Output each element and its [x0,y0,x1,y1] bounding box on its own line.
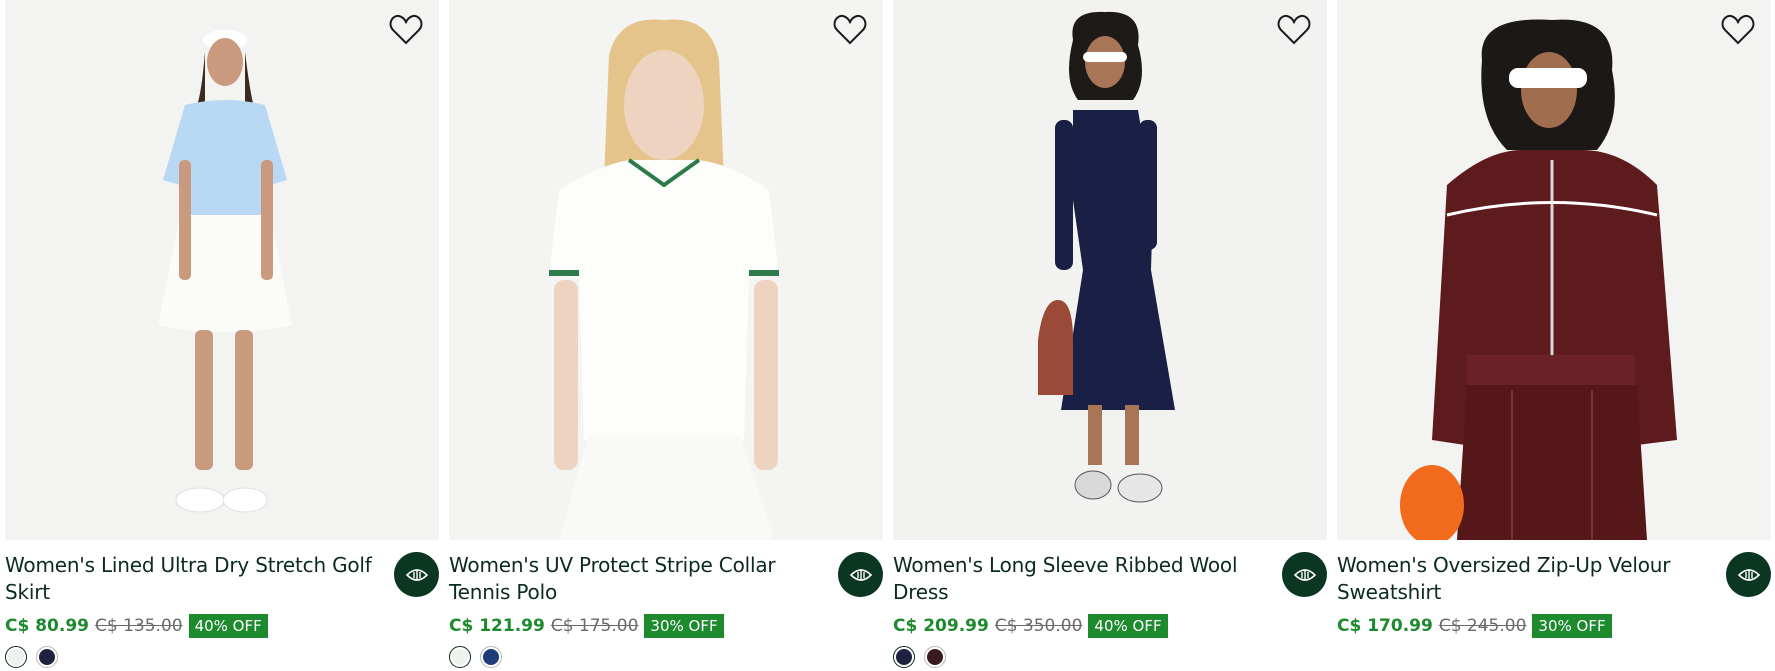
sale-price: C$ 121.99 [449,615,545,636]
model-photo-wool-dress [893,0,1327,540]
heart-outline-icon[interactable] [1721,14,1755,46]
color-swatches [449,646,823,668]
product-title[interactable]: Women's Long Sleeve Ribbed Wool Dress [893,552,1267,606]
eye-icon [405,568,428,581]
product-info: Women's UV Protect Stripe Collar Tennis … [449,540,883,668]
color-swatch-white[interactable] [449,646,471,668]
product-image[interactable] [449,0,883,540]
product-card[interactable]: Women's Long Sleeve Ribbed Wool Dress C$… [893,0,1327,668]
color-swatch-navy[interactable] [893,646,915,668]
sale-price: C$ 209.99 [893,615,989,636]
quick-view-button[interactable] [394,552,439,597]
product-card[interactable]: Women's UV Protect Stripe Collar Tennis … [449,0,883,668]
quick-view-button[interactable] [1282,552,1327,597]
product-info: Women's Lined Ultra Dry Stretch Golf Ski… [5,540,439,668]
discount-badge: 40% OFF [188,613,268,638]
discount-badge: 40% OFF [1088,613,1168,638]
original-price: C$ 350.00 [994,615,1083,636]
product-card[interactable]: Women's Oversized Zip-Up Velour Sweatshi… [1337,0,1771,668]
product-title[interactable]: Women's Oversized Zip-Up Velour Sweatshi… [1337,552,1711,606]
sale-price: C$ 80.99 [5,615,89,636]
sale-price: C$ 170.99 [1337,615,1433,636]
model-photo-tennis-polo [449,0,883,540]
price-row: C$ 121.99 C$ 175.00 30% OFF [449,612,823,639]
color-swatches [5,646,379,668]
eye-icon [1293,568,1316,581]
product-image[interactable] [893,0,1327,540]
product-title[interactable]: Women's UV Protect Stripe Collar Tennis … [449,552,823,606]
price-row: C$ 209.99 C$ 350.00 40% OFF [893,612,1267,639]
product-card[interactable]: Women's Lined Ultra Dry Stretch Golf Ski… [5,0,439,668]
model-photo-golf-skirt [5,0,439,540]
product-image[interactable] [5,0,439,540]
product-info: Women's Long Sleeve Ribbed Wool Dress C$… [893,540,1327,668]
eye-icon [849,568,872,581]
price-row: C$ 170.99 C$ 245.00 30% OFF [1337,612,1711,639]
heart-outline-icon[interactable] [833,14,867,46]
color-swatch-navy[interactable] [36,646,58,668]
quick-view-button[interactable] [1726,552,1771,597]
color-swatch-white[interactable] [5,646,27,668]
discount-badge: 30% OFF [644,613,724,638]
original-price: C$ 135.00 [95,615,183,636]
eye-icon [1737,568,1760,581]
discount-badge: 30% OFF [1532,613,1612,638]
original-price: C$ 175.00 [550,615,639,636]
price-row: C$ 80.99 C$ 135.00 40% OFF [5,612,379,639]
color-swatches [893,646,1267,668]
color-swatch-burgundy[interactable] [924,646,946,668]
heart-outline-icon[interactable] [389,14,423,46]
quick-view-button[interactable] [838,552,883,597]
product-grid: Women's Lined Ultra Dry Stretch Golf Ski… [5,0,1771,668]
product-title[interactable]: Women's Lined Ultra Dry Stretch Golf Ski… [5,552,379,606]
product-image[interactable] [1337,0,1771,540]
color-swatch-blue[interactable] [480,646,502,668]
original-price: C$ 245.00 [1438,615,1527,636]
model-photo-velour-sweatshirt [1337,0,1771,540]
product-info: Women's Oversized Zip-Up Velour Sweatshi… [1337,540,1771,639]
heart-outline-icon[interactable] [1277,14,1311,46]
